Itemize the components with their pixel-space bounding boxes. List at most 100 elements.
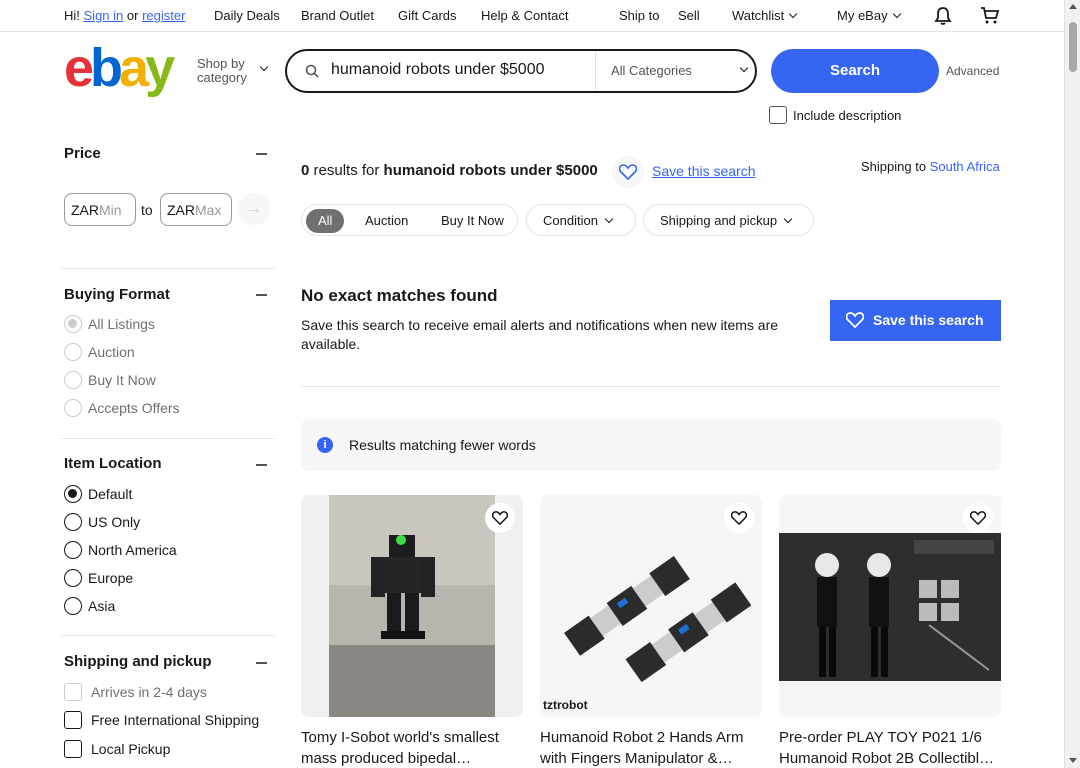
collapse-icon[interactable] [256,662,267,664]
product-title[interactable]: Humanoid Robot 2 Hands Arm with Fingers … [540,727,762,768]
search-input[interactable] [331,61,591,79]
save-search-button[interactable]: Save this search [830,300,1001,341]
top-utility-bar: Hi! Sign in or register Daily Deals Bran… [0,0,1064,32]
shipping-filter[interactable]: Shipping and pickup [643,204,814,236]
chevron-down-icon [789,9,798,19]
shop-by-line2: category [197,70,247,85]
bell-icon[interactable] [933,6,953,29]
divider [61,268,275,269]
sign-in-link[interactable]: Sign in [84,8,124,23]
radio[interactable] [64,315,82,333]
currency-label: ZAR [167,202,195,218]
option-label: Default [88,486,133,502]
max-placeholder: Max [195,202,222,218]
radio[interactable] [64,343,82,361]
watchlist-menu[interactable]: Watchlist [732,8,798,23]
sell-link[interactable]: Sell [678,8,700,23]
shipping-heading[interactable]: Shipping and pickup [64,653,212,670]
checkbox[interactable] [64,683,82,701]
condition-filter[interactable]: Condition [526,204,636,236]
shipping-country-link[interactable]: South Africa [930,159,1000,174]
checkbox[interactable] [64,711,82,729]
brand-outlet-link[interactable]: Brand Outlet [301,8,374,23]
cart-icon[interactable] [980,6,1000,29]
gift-cards-link[interactable]: Gift Cards [398,8,457,23]
checkbox[interactable] [64,740,82,758]
tab-all[interactable]: All [306,209,345,233]
shipping-to-indicator: Shipping to South Africa [861,159,1000,174]
chevron-down-icon [259,62,269,72]
product-title[interactable]: Pre-order PLAY TOY P021 1/6 Humanoid Rob… [779,727,1001,768]
currency-label: ZAR [71,202,99,218]
radio[interactable] [64,597,82,615]
collapse-icon[interactable] [256,464,267,466]
collapse-icon[interactable] [256,153,267,155]
radio[interactable] [64,569,82,587]
radio[interactable] [64,513,82,531]
chevron-down-icon [604,214,614,224]
greeting-text: Hi! [64,8,80,23]
help-contact-link[interactable]: Help & Contact [481,8,568,23]
item-location-heading[interactable]: Item Location [64,455,162,472]
tab-buy-it-now[interactable]: Buy It Now [429,209,516,233]
price-heading[interactable]: Price [64,145,101,162]
save-search-link[interactable]: Save this search [652,163,756,179]
my-ebay-label: My eBay [837,8,888,23]
heart-icon[interactable] [963,503,993,533]
shipping-pill[interactable]: Shipping and pickup [648,209,803,233]
price-min-input[interactable]: ZARMin [64,193,136,226]
category-select[interactable]: All Categories [611,63,692,78]
radio[interactable] [64,371,82,389]
results-count: 0 results for humanoid robots under $500… [301,162,598,179]
divider [61,438,275,439]
info-icon: i [317,437,333,453]
radio[interactable] [64,485,82,503]
format-filter-group: All Auction Buy It Now [301,204,518,236]
heart-icon[interactable] [724,503,754,533]
ship-to-link[interactable]: Ship to [619,8,659,23]
arrow-right-icon[interactable]: → [238,193,270,225]
scroll-up-arrow-icon[interactable] [1069,4,1077,9]
or-text: or [126,8,139,23]
logo-letter: e [64,38,94,98]
heart-icon[interactable] [485,503,515,533]
product-image[interactable] [779,495,1001,717]
chevron-down-icon [783,214,793,224]
radio[interactable] [64,541,82,559]
scrollbar[interactable] [1064,0,1080,768]
product-image[interactable]: tztrobot [540,495,762,717]
option-label: Free International Shipping [91,712,260,728]
greeting: Hi! Sign in or register [64,8,185,23]
heart-icon[interactable] [612,156,644,188]
save-search-button-label: Save this search [873,312,984,328]
divider [61,635,275,636]
search-button[interactable]: Search [771,49,939,93]
option-label: Local Pickup [91,741,171,757]
option-label: All Listings [88,316,155,332]
logo-letter: y [145,38,175,98]
product-image[interactable] [301,495,523,717]
radio[interactable] [64,399,82,417]
condition-pill[interactable]: Condition [531,209,624,233]
scroll-down-arrow-icon[interactable] [1069,758,1077,763]
buying-format-heading[interactable]: Buying Format [64,286,170,303]
heart-icon [846,312,864,328]
no-match-title: No exact matches found [301,286,498,305]
scroll-thumb[interactable] [1069,22,1077,72]
shop-by-category-button[interactable]: Shop by category [197,57,247,85]
collapse-icon[interactable] [256,294,267,296]
option-label: Arrives in 2-4 days [91,684,207,700]
tab-auction[interactable]: Auction [353,209,420,233]
register-link[interactable]: register [142,8,185,23]
min-placeholder: Min [99,202,122,218]
my-ebay-menu[interactable]: My eBay [837,8,901,23]
logo-letter: b [90,38,123,98]
product-title[interactable]: Tomy I-Sobot world's smallest mass produ… [301,727,523,768]
daily-deals-link[interactable]: Daily Deals [214,8,280,23]
include-description-checkbox[interactable] [769,106,787,124]
ebay-logo[interactable]: ebay [64,38,175,98]
count-number: 0 [301,162,310,179]
price-max-input[interactable]: ZARMax [160,193,232,226]
shipping-label: Shipping and pickup [660,213,778,228]
advanced-search-link[interactable]: Advanced [946,64,999,78]
